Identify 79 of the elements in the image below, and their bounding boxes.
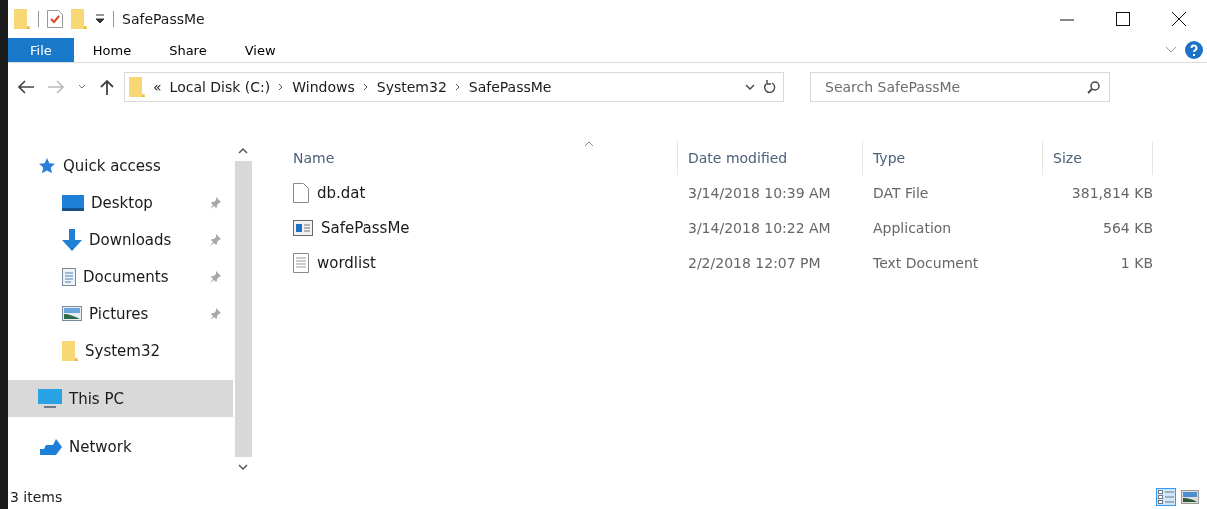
- column-header[interactable]: Date modified: [678, 141, 863, 175]
- chevron-icon[interactable]: [278, 83, 285, 91]
- scroll-up-icon[interactable]: [238, 147, 248, 155]
- picture-icon: [62, 306, 82, 321]
- dropdown-caret-icon[interactable]: [745, 84, 755, 90]
- file-name[interactable]: wordlist: [317, 253, 376, 272]
- up-arrow-icon[interactable]: [100, 79, 114, 95]
- window-title: SafePassMe: [122, 11, 205, 27]
- large-icons-view-button[interactable]: [1179, 488, 1201, 506]
- size-cell-text: 381,814 KB: [1070, 184, 1153, 201]
- nav-label: Network: [69, 437, 133, 456]
- breadcrumb-item[interactable]: SafePassMe: [468, 79, 552, 95]
- scroll-down-icon[interactable]: [238, 463, 248, 471]
- refresh-icon[interactable]: [763, 79, 777, 95]
- folder-icon: [129, 77, 145, 97]
- overflow-chevron[interactable]: «: [153, 79, 162, 95]
- nav-item[interactable]: Network: [8, 428, 233, 465]
- nav-label: Quick access: [63, 156, 162, 175]
- nav-label: System32: [85, 341, 162, 360]
- desktop-icon: [62, 194, 84, 211]
- column-header[interactable]: Name: [283, 141, 678, 175]
- sort-caret-icon: [584, 141, 595, 147]
- customize-caret-icon[interactable]: [95, 14, 105, 24]
- details-view-button[interactable]: [1156, 488, 1176, 506]
- recent-caret-icon[interactable]: [78, 84, 86, 90]
- chevron-icon[interactable]: [454, 83, 461, 91]
- item-count: 3 items: [9, 489, 63, 505]
- breadcrumb-item[interactable]: System32: [376, 79, 447, 95]
- nav-item[interactable]: Downloads: [8, 221, 233, 258]
- nav-item[interactable]: Desktop: [8, 184, 233, 221]
- size-cell-text: 1 KB: [1119, 254, 1153, 271]
- search-field[interactable]: Search SafePassMe: [810, 72, 1110, 102]
- download-arrow-icon: [62, 228, 82, 251]
- help-icon[interactable]: [1185, 41, 1203, 59]
- folder-icon: [14, 9, 30, 29]
- scrollbar-thumb[interactable]: [234, 161, 252, 457]
- text-file-icon: [293, 252, 309, 273]
- ribbon-tab[interactable]: Home: [73, 38, 151, 62]
- date-cell-text: 3/14/2018 10:39 AM: [687, 184, 832, 201]
- ribbon-tab[interactable]: Share: [150, 38, 226, 62]
- column-header[interactable]: Size: [1043, 141, 1153, 175]
- properties-icon[interactable]: [47, 10, 63, 28]
- date-cell-text: 3/14/2018 10:22 AM: [687, 219, 832, 236]
- date-cell-text: 2/2/2018 12:07 PM: [687, 254, 822, 271]
- column-header[interactable]: Type: [863, 141, 1043, 175]
- file-icon: [293, 182, 309, 203]
- monitor-icon: [38, 388, 62, 409]
- breadcrumb-item[interactable]: Windows: [292, 79, 355, 95]
- ribbon-tab[interactable]: View: [225, 38, 295, 62]
- type-cell-text: DAT File: [872, 184, 930, 201]
- nav-item[interactable]: Documents: [8, 258, 233, 295]
- nav-label: Pictures: [89, 304, 150, 323]
- application-icon: [293, 219, 313, 236]
- breadcrumb-item[interactable]: Local Disk (C:): [169, 79, 271, 95]
- file-name[interactable]: db.dat: [317, 183, 366, 202]
- chevron-icon[interactable]: [362, 83, 369, 91]
- type-cell-text: Application: [872, 219, 953, 236]
- document-icon: [62, 267, 76, 286]
- nav-label: Downloads: [89, 230, 173, 249]
- nav-label: This PC: [69, 389, 125, 408]
- type-cell-text: Text Document: [872, 254, 980, 271]
- back-arrow-icon[interactable]: [18, 80, 34, 94]
- new-folder-icon: [71, 9, 87, 29]
- search-icon: [1087, 81, 1100, 94]
- star-icon: [38, 157, 56, 174]
- expand-ribbon-icon[interactable]: [1165, 46, 1177, 54]
- nav-label: Desktop: [91, 193, 154, 212]
- nav-item[interactable]: System32: [8, 332, 233, 369]
- nav-item[interactable]: This PC: [8, 380, 233, 417]
- folder-icon: [62, 340, 78, 361]
- file-name[interactable]: SafePassMe: [321, 218, 410, 237]
- close-icon[interactable]: [1172, 12, 1186, 26]
- maximize-icon[interactable]: [1116, 12, 1130, 26]
- nav-label: Documents: [83, 267, 170, 286]
- nav-item[interactable]: Pictures: [8, 295, 233, 332]
- size-cell-text: 564 KB: [1102, 219, 1153, 236]
- nav-item[interactable]: Quick access: [8, 147, 233, 184]
- address-bar[interactable]: « Local Disk (C:) Windows System32 SafePassMe: [124, 72, 784, 102]
- file-menu-button[interactable]: File: [8, 38, 74, 62]
